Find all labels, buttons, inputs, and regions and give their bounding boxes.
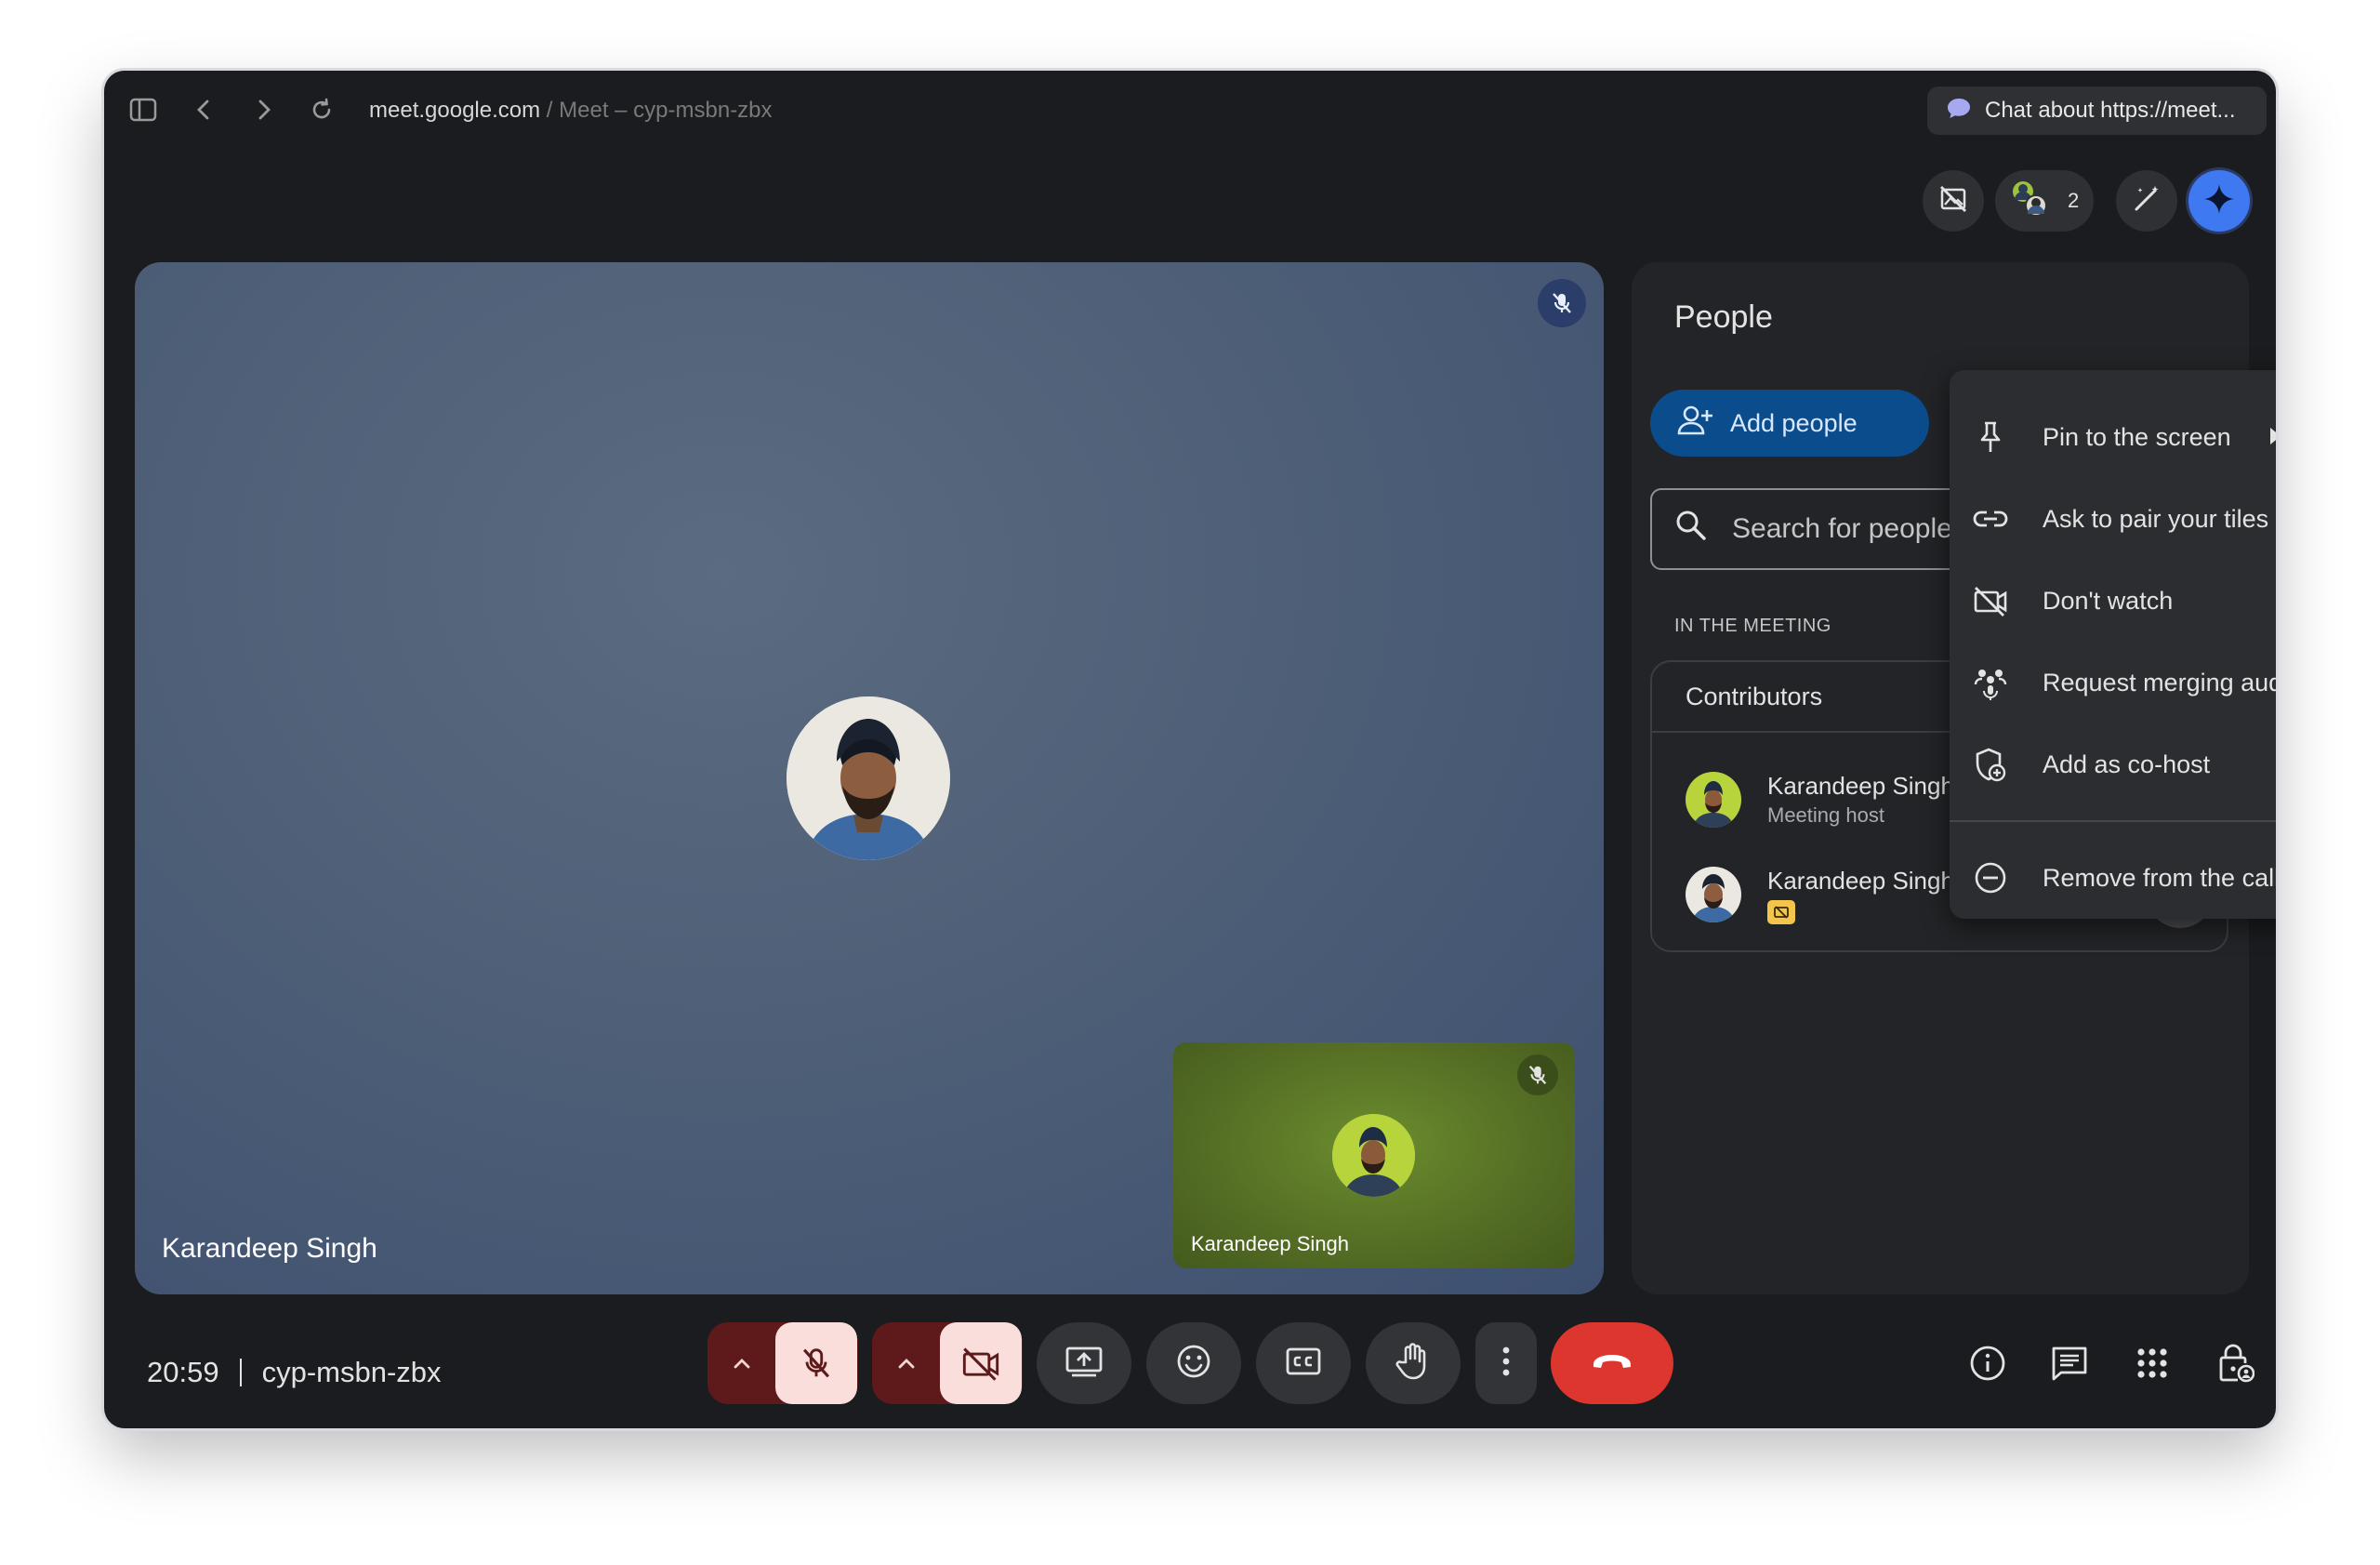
- microphone-control: [707, 1322, 858, 1404]
- end-call-icon: [1590, 1350, 1634, 1377]
- closed-captions-icon: [1285, 1346, 1322, 1382]
- chat-button-label: Chat about https://meet...: [1985, 98, 2236, 123]
- menu-item-label: Request merging audio: [2043, 668, 2276, 696]
- pin-icon: [1972, 418, 2009, 456]
- menu-item-pin[interactable]: Pin to the screen: [1950, 396, 2276, 478]
- participant-name: Karandeep Singh: [1767, 867, 1954, 895]
- mic-toggle-button[interactable]: [775, 1322, 857, 1404]
- reload-icon[interactable]: [303, 91, 340, 128]
- menu-item-label: Pin to the screen: [2043, 422, 2231, 451]
- self-view-mic-off-icon: [1517, 1054, 1558, 1095]
- apps-grid-icon: [2135, 1346, 2169, 1385]
- chat-button[interactable]: [2045, 1341, 2094, 1389]
- add-people-label: Add people: [1730, 408, 1858, 437]
- audio-settings-chevron-icon[interactable]: [708, 1322, 775, 1404]
- menu-item-pair-tiles[interactable]: Ask to pair your tiles: [1950, 478, 2276, 560]
- menu-item-remove[interactable]: Remove from the call: [1950, 837, 2276, 919]
- no-image-icon: [1937, 183, 1969, 219]
- menu-item-merge-audio[interactable]: Request merging audio: [1950, 642, 2276, 723]
- participants-avatars-icon: [2008, 178, 2051, 224]
- gemini-sparkle-icon: [2202, 182, 2236, 220]
- video-settings-chevron-icon[interactable]: [873, 1322, 940, 1404]
- meeting-details-button[interactable]: [1964, 1341, 2012, 1389]
- present-screen-icon: [1064, 1345, 1104, 1383]
- leave-call-button[interactable]: [1551, 1322, 1673, 1404]
- back-icon[interactable]: [185, 91, 222, 128]
- participant-avatar: [1686, 772, 1741, 828]
- menu-item-add-cohost[interactable]: Add as co-host: [1950, 723, 2276, 805]
- address-bar[interactable]: meet.google.com / Meet – cyp-msbn-zbx: [369, 98, 773, 124]
- forward-icon[interactable]: [245, 91, 283, 128]
- raise-hand-button[interactable]: [1366, 1322, 1461, 1404]
- presenting-badge-icon: [1767, 900, 1795, 924]
- page-title: Meet – cyp-msbn-zbx: [559, 98, 773, 123]
- host-controls-button[interactable]: [2212, 1341, 2260, 1389]
- participant-context-menu: Pin to the screen Ask to pair your tiles…: [1950, 370, 2276, 919]
- info-icon: [1968, 1344, 2007, 1387]
- group-audio-icon: [1972, 664, 2009, 701]
- video-off-icon: [1972, 582, 2009, 619]
- shield-add-icon: [1972, 746, 2009, 783]
- activities-button[interactable]: [2128, 1341, 2176, 1389]
- participants-count: 2: [2068, 189, 2080, 212]
- gemini-button[interactable]: [2188, 170, 2250, 232]
- captions-button[interactable]: [1256, 1322, 1351, 1404]
- add-people-button[interactable]: Add people: [1650, 390, 1929, 457]
- browser-window: meet.google.com / Meet – cyp-msbn-zbx Ch…: [104, 71, 2276, 1428]
- participant-role: Meeting host: [1767, 803, 1884, 827]
- menu-item-label: Don't watch: [2043, 586, 2174, 615]
- camera-toggle-button[interactable]: [940, 1322, 1022, 1404]
- chat-bubble-icon: [1946, 96, 1972, 126]
- more-options-button[interactable]: [1475, 1322, 1537, 1404]
- meeting-time: 20:59: [147, 1356, 219, 1388]
- search-placeholder: Search for people: [1732, 513, 1952, 544]
- in-meeting-label: IN THE MEETING: [1674, 616, 1831, 636]
- submenu-arrow-icon: [2270, 428, 2276, 444]
- lock-person-icon: [2217, 1343, 2255, 1388]
- main-tile-name: Karandeep Singh: [162, 1233, 377, 1264]
- url-separator: /: [540, 98, 560, 123]
- menu-item-label: Ask to pair your tiles: [2043, 504, 2269, 533]
- remove-circle-icon: [1972, 859, 2009, 896]
- sidebar-toggle-icon[interactable]: [125, 91, 162, 128]
- add-person-icon: [1676, 405, 1713, 443]
- panel-title: People: [1674, 299, 1773, 335]
- contributors-label: Contributors: [1686, 682, 1823, 710]
- call-controls-bar: 20:59 cyp-msbn-zbx: [104, 1322, 2276, 1428]
- meeting-code: cyp-msbn-zbx: [261, 1356, 442, 1388]
- participant-avatar: [787, 696, 950, 860]
- emoji-reactions-button[interactable]: [1146, 1322, 1241, 1404]
- hide-tiles-button[interactable]: [1923, 170, 1984, 232]
- emoji-icon: [1175, 1343, 1212, 1385]
- participants-count-button[interactable]: 2: [1995, 170, 2094, 232]
- participant-avatar: [1686, 867, 1741, 922]
- time-code-separator: [239, 1359, 242, 1386]
- tile-mic-off-icon: [1538, 279, 1586, 327]
- menu-item-label: Remove from the call: [2043, 863, 2276, 892]
- raise-hand-icon: [1395, 1342, 1432, 1386]
- meeting-time-and-code: 20:59 cyp-msbn-zbx: [147, 1356, 442, 1389]
- self-avatar: [1332, 1114, 1415, 1197]
- search-icon: [1674, 509, 1708, 550]
- magic-pen-icon: [2131, 183, 2162, 219]
- effects-button[interactable]: [2116, 170, 2177, 232]
- link-icon: [1972, 500, 2009, 537]
- self-view-name: Karandeep Singh: [1191, 1232, 1350, 1255]
- menu-divider: [1950, 820, 2276, 822]
- chat-about-page-button[interactable]: Chat about https://meet...: [1927, 86, 2267, 135]
- menu-item-label: Add as co-host: [2043, 749, 2211, 778]
- browser-toolbar: meet.google.com / Meet – cyp-msbn-zbx Ch…: [104, 71, 2276, 149]
- url-domain: meet.google.com: [369, 98, 541, 123]
- present-screen-button[interactable]: [1037, 1322, 1131, 1404]
- more-vert-icon: [1501, 1346, 1511, 1382]
- menu-item-dont-watch[interactable]: Don't watch: [1950, 560, 2276, 642]
- camera-control: [872, 1322, 1023, 1404]
- chat-icon: [2050, 1345, 2089, 1386]
- participant-name: Karandeep Singh: [1767, 772, 1954, 800]
- main-video-tile[interactable]: Karandeep Singh Karandeep Singh: [135, 262, 1604, 1294]
- self-view-tile[interactable]: Karandeep Singh: [1173, 1042, 1575, 1268]
